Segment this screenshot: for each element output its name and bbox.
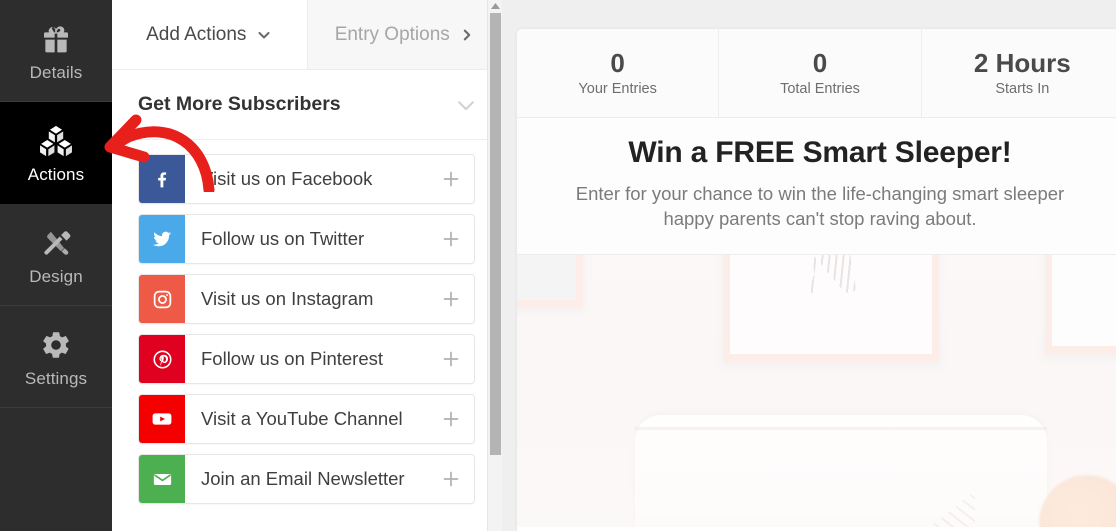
plus-icon[interactable]	[428, 275, 474, 323]
pinterest-icon	[139, 335, 185, 383]
action-label: Join an Email Newsletter	[201, 468, 405, 489]
giveaway-builder-app: Details Actions Design Settings Add Acti…	[0, 0, 1116, 531]
instagram-icon	[139, 275, 185, 323]
sidebar-item-label: Actions	[27, 164, 85, 184]
sidebar: Details Actions Design Settings	[0, 0, 112, 531]
section-title: Get More Subscribers	[138, 93, 341, 115]
stat-label: Starts In	[995, 80, 1050, 97]
action-item-email-newsletter[interactable]: Join an Email Newsletter	[138, 454, 475, 504]
giveaway-preview-pane: 0 Your Entries 0 Total Entries 2 Hours S…	[502, 0, 1116, 531]
action-label: Visit us on Facebook	[201, 168, 373, 189]
twitter-icon	[139, 215, 185, 263]
action-item-pinterest[interactable]: Follow us on Pinterest	[138, 334, 475, 384]
sidebar-item-settings[interactable]: Settings	[0, 306, 112, 408]
section-header-get-more-subscribers: Get More Subscribers	[112, 70, 501, 140]
blocks-icon	[38, 121, 74, 161]
chevron-down-icon[interactable]	[455, 94, 477, 116]
action-label: Follow us on Pinterest	[201, 348, 384, 369]
stat-starts-in: 2 Hours Starts In	[920, 29, 1116, 117]
actions-panel: Add Actions Entry Options Get More Subsc…	[112, 0, 502, 531]
page-title: Win a FREE Smart Sleeper!	[628, 136, 1012, 169]
plus-icon[interactable]	[428, 155, 474, 203]
stat-value: 0	[610, 48, 625, 79]
promo-block: Win a FREE Smart Sleeper! Enter for your…	[517, 118, 1116, 255]
stats-row: 0 Your Entries 0 Total Entries 2 Hours S…	[517, 29, 1116, 118]
tab-add-actions[interactable]: Add Actions	[112, 0, 307, 69]
facebook-icon	[139, 155, 185, 203]
sidebar-item-design[interactable]: Design	[0, 204, 112, 306]
action-label: Visit us on Instagram	[201, 288, 374, 309]
sidebar-item-actions[interactable]: Actions	[0, 102, 112, 204]
action-item-instagram[interactable]: Visit us on Instagram	[138, 274, 475, 324]
stat-total-entries: 0 Total Entries	[718, 29, 920, 117]
tab-label: Add Actions	[146, 23, 247, 45]
plus-icon[interactable]	[428, 395, 474, 443]
stat-value: 0	[812, 48, 828, 79]
scrollbar-thumb[interactable]	[490, 13, 501, 455]
gear-icon	[40, 325, 72, 365]
stat-label: Total Entries	[780, 80, 860, 97]
actions-list: Visit us on Facebook Follow us on Twitte…	[112, 140, 501, 504]
photo-overlay	[517, 254, 1116, 527]
plus-icon[interactable]	[428, 455, 474, 503]
youtube-icon	[139, 395, 185, 443]
promo-subtitle: Enter for your chance to win the life-ch…	[575, 183, 1065, 229]
plus-icon[interactable]	[428, 215, 474, 263]
chevron-down-icon	[256, 27, 272, 43]
gift-icon	[39, 19, 73, 59]
tab-label: Entry Options	[334, 23, 450, 45]
sidebar-item-label: Design	[29, 266, 83, 286]
sidebar-item-details[interactable]: Details	[0, 0, 112, 102]
panel-tabs: Add Actions Entry Options	[112, 0, 501, 70]
caret-up-icon[interactable]	[488, 0, 502, 12]
stat-your-entries: 0 Your Entries	[517, 29, 718, 117]
plus-icon[interactable]	[428, 335, 474, 383]
action-item-twitter[interactable]: Follow us on Twitter	[138, 214, 475, 264]
envelope-icon	[139, 455, 185, 503]
action-label: Visit a YouTube Channel	[201, 408, 403, 429]
stat-value: 2 Hours	[973, 48, 1071, 79]
panel-scrollbar[interactable]	[487, 0, 502, 531]
giveaway-card: 0 Your Entries 0 Total Entries 2 Hours S…	[517, 29, 1116, 531]
tools-icon	[39, 223, 73, 263]
tab-entry-options[interactable]: Entry Options	[306, 0, 501, 69]
action-label: Follow us on Twitter	[201, 228, 365, 249]
action-item-youtube[interactable]: Visit a YouTube Channel	[138, 394, 475, 444]
nursery-photo	[517, 254, 1116, 527]
action-item-facebook[interactable]: Visit us on Facebook	[138, 154, 475, 204]
stat-label: Your Entries	[578, 80, 657, 97]
sidebar-item-label: Settings	[24, 368, 88, 388]
chevron-right-icon	[460, 28, 474, 42]
sidebar-item-label: Details	[29, 62, 83, 82]
